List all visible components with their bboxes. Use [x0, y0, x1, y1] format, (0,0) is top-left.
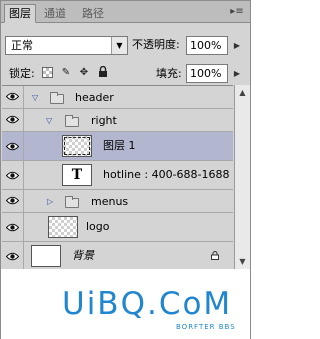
collapse-triangle-icon[interactable]: ▷ — [47, 197, 53, 207]
tab-layers[interactable]: 图层 — [4, 4, 36, 23]
layer-name: header — [75, 91, 114, 104]
layer-name: right — [91, 114, 117, 127]
eye-icon — [6, 223, 19, 232]
scroll-down-arrow-icon[interactable]: ▼ — [235, 254, 250, 269]
layer-thumbnail — [48, 216, 78, 238]
folder-icon — [65, 196, 79, 208]
visibility-toggle[interactable] — [2, 213, 24, 241]
expand-triangle-icon[interactable]: ▽ — [32, 93, 38, 103]
visibility-toggle[interactable] — [2, 86, 24, 108]
lock-icon — [211, 251, 219, 260]
fill-value: 100% — [190, 67, 222, 80]
layer-name: logo — [86, 220, 110, 233]
fill-input[interactable]: 100% — [186, 64, 228, 83]
folder-icon — [50, 92, 64, 104]
layer-list: ▽ header ▽ right 图层 1 T hotline: 400-68… — [2, 85, 233, 270]
watermark-subtitle: BORFTER BBS — [176, 323, 236, 331]
expand-triangle-icon[interactable]: ▽ — [46, 116, 52, 126]
layer-thumbnail — [31, 245, 61, 267]
layer-row-hotline[interactable]: T hotline : 400-688-1688 — [2, 161, 233, 190]
lock-all-icon[interactable] — [96, 65, 110, 80]
visibility-toggle[interactable] — [2, 132, 24, 160]
visibility-toggle[interactable] — [2, 190, 24, 212]
layer-row-header[interactable]: ▽ header — [2, 86, 233, 109]
eye-icon — [6, 196, 19, 205]
visibility-toggle[interactable] — [2, 109, 24, 131]
opacity-label: 不透明度: — [132, 38, 180, 51]
visibility-toggle[interactable] — [2, 242, 24, 270]
layer-row-right[interactable]: ▽ right — [2, 109, 233, 132]
eye-icon — [6, 142, 19, 151]
layer-name: 背景 — [72, 249, 94, 262]
layer-name: 图层 1 — [103, 139, 136, 152]
blend-mode-value: 正常 — [11, 39, 33, 52]
fill-label: 填充: — [156, 67, 182, 80]
eye-icon — [6, 171, 19, 180]
panel-menu-icon[interactable]: ▸≡ — [230, 6, 244, 18]
eye-icon — [6, 115, 19, 124]
lock-transparent-pixels-icon[interactable] — [42, 67, 53, 78]
panel-tabs: 图层 通道 路径 ▸≡ — [1, 1, 250, 23]
chevron-down-icon: ▼ — [111, 37, 127, 54]
lock-position-icon[interactable]: ✥ — [77, 66, 91, 80]
fill-slider-arrow-icon[interactable]: ▶ — [232, 65, 242, 82]
layer-row-layer-1[interactable]: 图层 1 — [2, 132, 233, 161]
opacity-value: 100% — [190, 39, 222, 52]
scroll-up-arrow-icon[interactable]: ▲ — [235, 85, 250, 100]
visibility-toggle[interactable] — [2, 161, 24, 189]
opacity-input[interactable]: 100% — [186, 36, 228, 55]
text-layer-icon: T — [62, 164, 92, 186]
eye-icon — [6, 92, 19, 101]
layer-name: hotline : 400-688-1688 — [103, 168, 230, 181]
tab-channels[interactable]: 通道 — [39, 4, 71, 23]
layer-row-menus[interactable]: ▷ menus — [2, 190, 233, 213]
layer-list-scrollbar[interactable]: ▲ ▼ — [234, 85, 250, 269]
layer-row-background[interactable]: 背景 — [2, 242, 233, 270]
folder-icon — [65, 115, 79, 127]
layer-row-logo[interactable]: logo — [2, 213, 233, 242]
blend-mode-select[interactable]: 正常 ▼ — [5, 36, 128, 55]
opacity-slider-arrow-icon[interactable]: ▶ — [232, 37, 242, 54]
tab-paths[interactable]: 路径 — [77, 4, 109, 23]
layer-thumbnail — [62, 135, 92, 157]
lock-image-pixels-icon[interactable]: ✎ — [59, 66, 73, 80]
watermark-logo: UiBQ.CoM — [62, 286, 233, 322]
lock-label: 锁定: — [9, 67, 35, 80]
eye-icon — [6, 252, 19, 261]
layer-name: menus — [91, 195, 129, 208]
